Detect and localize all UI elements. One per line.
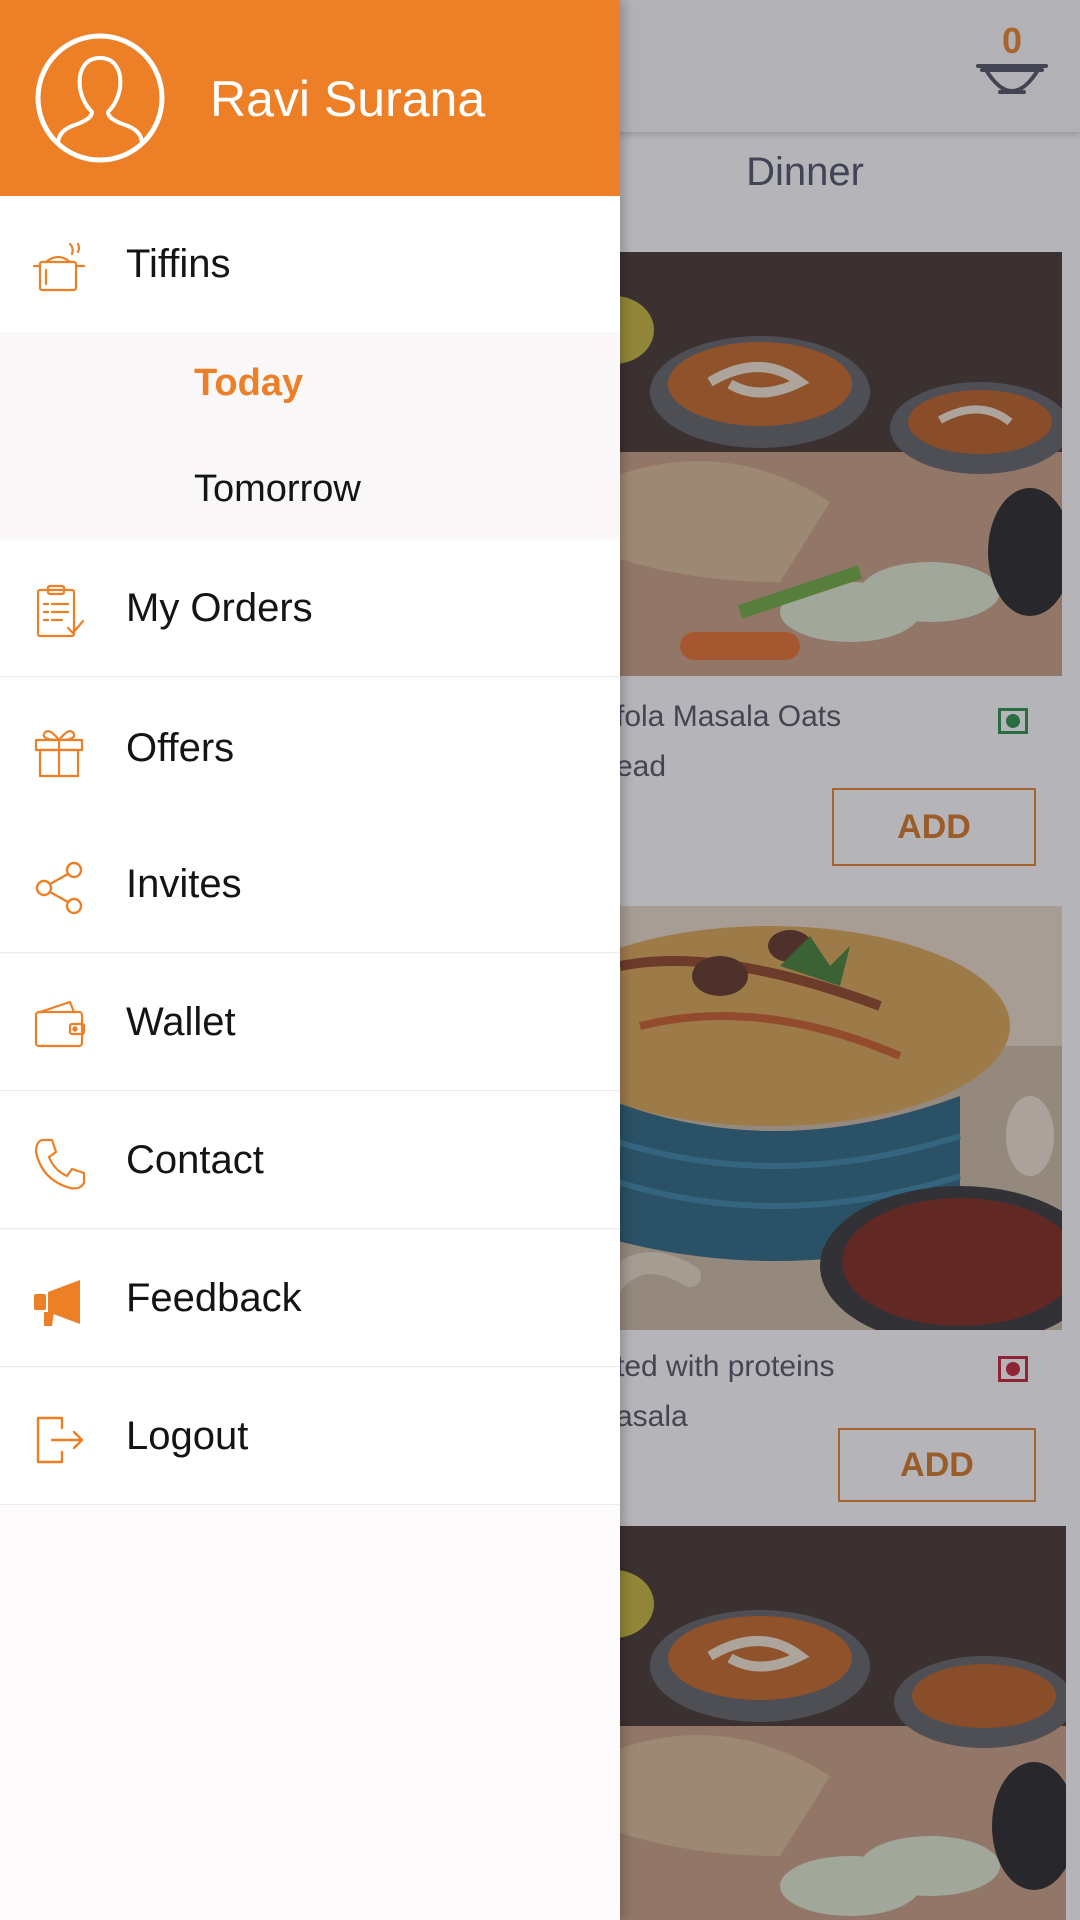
menu-label: Invites: [126, 862, 242, 906]
drawer-header: Ravi Surana: [0, 0, 620, 196]
submenu-item-tomorrow[interactable]: Tomorrow: [194, 468, 361, 511]
menu-label: My Orders: [126, 586, 313, 630]
user-name: Ravi Surana: [210, 71, 486, 127]
menu-label: Wallet: [126, 1000, 236, 1044]
menu-item-feedback[interactable]: Feedback: [0, 1230, 620, 1367]
menu-label: Tiffins: [126, 242, 231, 286]
menu-label: Logout: [126, 1414, 249, 1458]
phone-icon: [34, 1138, 86, 1190]
gift-icon: [34, 730, 84, 778]
megaphone-icon: [34, 1280, 80, 1326]
menu-label: Contact: [126, 1138, 264, 1182]
cooking-pot-icon: [32, 242, 86, 292]
logout-icon: [36, 1416, 84, 1464]
navigation-drawer: Ravi Surana Tiffins Today Tomorrow My Or…: [0, 0, 620, 1920]
submenu-item-today[interactable]: Today: [194, 362, 303, 405]
user-avatar-icon[interactable]: [34, 32, 166, 164]
share-icon: [35, 861, 83, 915]
menu-item-tiffins[interactable]: Tiffins: [0, 196, 620, 332]
clipboard-checklist-icon: [36, 584, 85, 638]
menu-item-wallet[interactable]: Wallet: [0, 954, 620, 1091]
menu-item-logout[interactable]: Logout: [0, 1368, 620, 1505]
menu-label: Offers: [126, 726, 235, 770]
menu-item-my-orders[interactable]: My Orders: [0, 540, 620, 677]
wallet-icon: [34, 1000, 86, 1048]
menu-item-offers[interactable]: Offers: [0, 680, 620, 817]
menu-label: Feedback: [126, 1276, 302, 1320]
menu-item-contact[interactable]: Contact: [0, 1092, 620, 1229]
menu-item-invites[interactable]: Invites: [0, 816, 620, 953]
tiffins-submenu: Today Tomorrow: [0, 332, 620, 538]
